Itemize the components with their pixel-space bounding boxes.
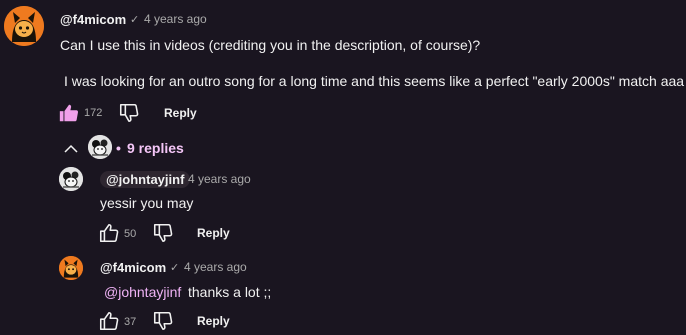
author-avatar[interactable] (4, 6, 44, 46)
reply-reply-button[interactable]: Reply (197, 314, 230, 328)
reply-author-creator-badge[interactable]: @johntayjinf (100, 171, 191, 188)
reply-author-avatar[interactable] (59, 256, 83, 280)
thumbs-up-filled-icon (59, 104, 79, 122)
reply-dislike-button[interactable] (152, 310, 174, 332)
reply-button[interactable]: Reply (164, 106, 197, 120)
reply-like-button[interactable] (98, 310, 120, 332)
creator-avatar-icon (59, 167, 83, 191)
comment-thread: @f4micom ✓ 4 years ago Can I use this in… (0, 0, 686, 335)
reply-timestamp[interactable]: 4 years ago (188, 172, 251, 186)
thumbs-up-icon (99, 223, 119, 243)
collapse-replies-button[interactable] (62, 140, 80, 158)
comment-text-line-1: Can I use this in videos (crediting you … (60, 37, 481, 53)
verified-icon: ✓ (130, 14, 140, 26)
comment-text-line-2: I was looking for an outro song for a lo… (64, 73, 685, 89)
creator-avatar (88, 135, 112, 159)
reply-author-avatar[interactable] (59, 167, 83, 191)
thumbs-down-icon (119, 103, 139, 123)
chevron-up-icon (64, 144, 78, 153)
verified-icon: ✓ (170, 262, 180, 274)
reply-like-button[interactable] (98, 222, 120, 244)
reply-timestamp[interactable]: 4 years ago (184, 260, 247, 274)
replies-count-link[interactable]: 9 replies (127, 140, 184, 156)
thumbs-up-icon (99, 311, 119, 331)
thumbs-down-icon (153, 223, 173, 243)
reply-like-count: 37 (124, 316, 137, 328)
comment-timestamp[interactable]: 4 years ago (144, 12, 207, 26)
reply-mention-link[interactable]: @johntayjinf (104, 284, 181, 300)
dislike-button[interactable] (118, 102, 140, 124)
reply-dislike-button[interactable] (152, 222, 174, 244)
reply-text: thanks a lot ;; (188, 284, 272, 300)
reply-like-count: 50 (124, 228, 137, 240)
cat-avatar-icon (4, 6, 44, 46)
creator-avatar-icon (88, 135, 112, 159)
comment-author[interactable]: @f4micom (60, 12, 126, 27)
replies-dot: • (116, 140, 121, 156)
thumbs-down-icon (153, 311, 173, 331)
like-button[interactable] (58, 102, 80, 124)
like-count: 172 (84, 107, 103, 119)
cat-avatar-icon (59, 256, 83, 280)
reply-text: yessir you may (100, 195, 194, 211)
reply-reply-button[interactable]: Reply (197, 226, 230, 240)
reply-author[interactable]: @f4micom (100, 260, 166, 275)
